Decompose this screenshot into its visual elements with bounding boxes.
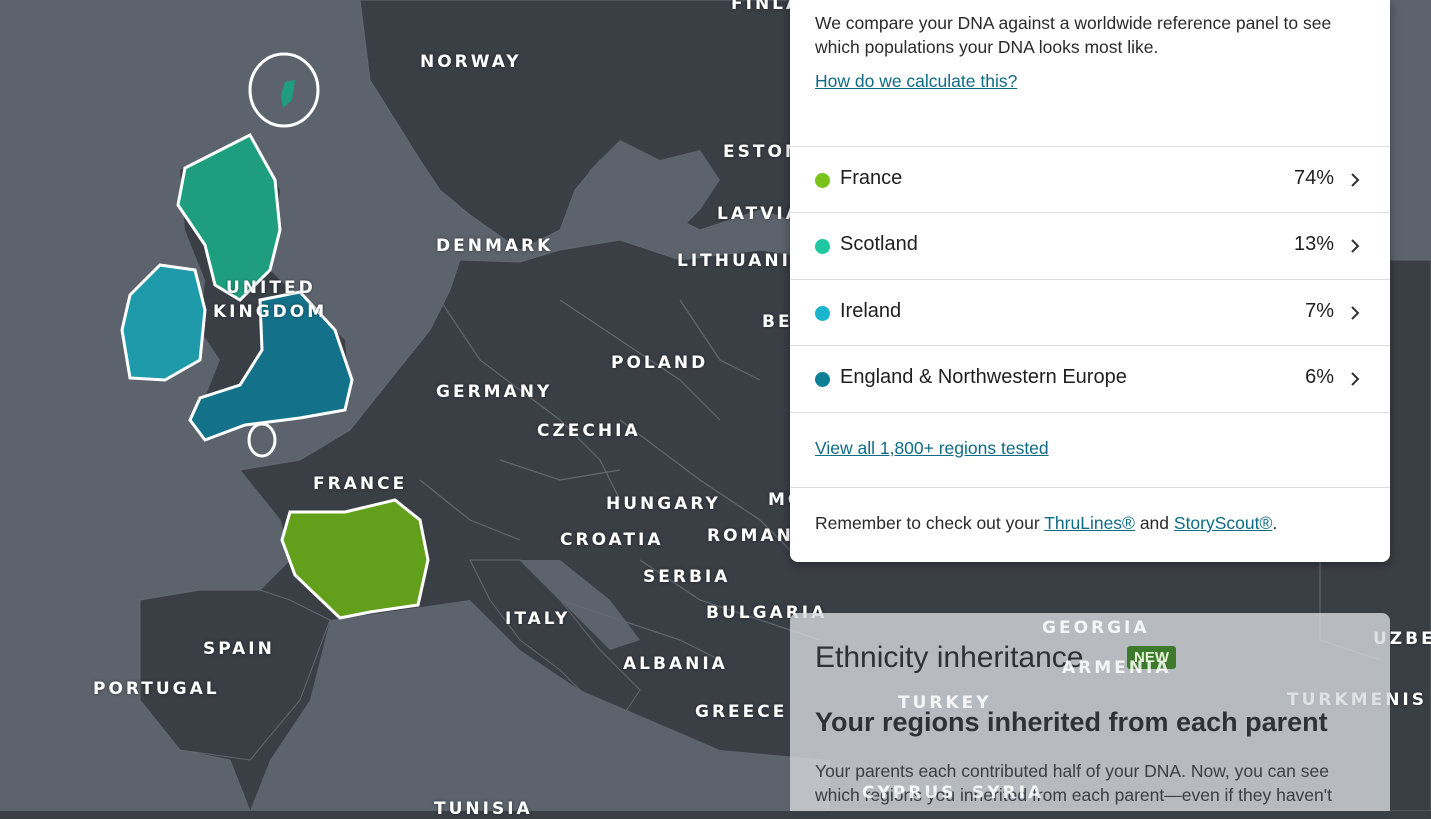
reminder-text: Remember to check out your ThruLines® an…	[815, 513, 1277, 534]
divider	[790, 487, 1390, 488]
thrulines-link[interactable]: ThruLines®	[1044, 513, 1135, 533]
label-belarus: BE	[762, 312, 793, 332]
chevron-right-icon	[1351, 372, 1360, 386]
label-denmark: DENMARK	[436, 236, 554, 256]
region-name: Ireland	[840, 300, 902, 322]
chevron-right-icon	[1351, 239, 1360, 253]
label-cyprus: CYPRUS	[862, 783, 957, 803]
label-poland: POLAND	[611, 353, 709, 373]
label-czechia: CZECHIA	[537, 421, 641, 441]
region-name: England & Northwestern Europe	[840, 366, 1127, 388]
reminder-and: and	[1134, 513, 1174, 533]
storyscout-link[interactable]: StoryScout®	[1174, 513, 1273, 533]
region-percent: 13%	[1293, 233, 1334, 255]
region-color-dot	[815, 306, 830, 321]
label-tunisia: TUNISIA	[434, 799, 533, 819]
label-georgia: GEORGIA	[1042, 618, 1150, 638]
label-spain: SPAIN	[203, 639, 275, 659]
view-all-regions-link[interactable]: View all 1,800+ regions tested	[815, 438, 1049, 459]
region-percent: 6%	[1305, 366, 1334, 388]
label-norway: NORWAY	[420, 52, 522, 72]
region-row-england[interactable]: England & Northwestern Europe 6%	[790, 346, 1390, 412]
region-color-dot	[815, 239, 830, 254]
region-name: France	[840, 167, 903, 189]
region-percent: 74%	[1293, 167, 1334, 189]
label-greece: GREECE	[695, 702, 788, 722]
label-italy: ITALY	[505, 609, 571, 629]
label-syria: SYRIA	[972, 783, 1045, 803]
label-hungary: HUNGARY	[606, 494, 721, 514]
label-kingdom: KINGDOM	[213, 302, 328, 322]
region-row-scotland[interactable]: Scotland 13%	[790, 213, 1390, 279]
label-france: FRANCE	[313, 474, 408, 494]
label-portugal: PORTUGAL	[93, 679, 220, 699]
chevron-right-icon	[1351, 306, 1360, 320]
region-row-france[interactable]: France 74%	[790, 147, 1390, 213]
reminder-prefix: Remember to check out your	[815, 513, 1045, 533]
intro-text: We compare your DNA against a worldwide …	[815, 13, 1332, 57]
region-percent: 7%	[1305, 300, 1334, 322]
inheritance-subtitle: Your regions inherited from each parent	[815, 707, 1328, 737]
label-serbia: SERBIA	[643, 567, 731, 587]
ethnicity-estimate-panel: We compare your DNA against a worldwide …	[790, 0, 1390, 562]
label-croatia: CROATIA	[560, 530, 664, 550]
reminder-suffix: .	[1272, 513, 1278, 533]
divider	[790, 412, 1390, 413]
chevron-right-icon	[1351, 173, 1360, 187]
label-germany: GERMANY	[436, 382, 553, 402]
label-turkey: TURKEY	[898, 693, 992, 713]
region-color-dot	[815, 173, 830, 188]
label-united: UNITED	[226, 278, 316, 298]
label-albania: ALBANIA	[623, 654, 728, 674]
how-calculate-link[interactable]: How do we calculate this?	[815, 71, 1017, 92]
label-lithuania: LITHUANIA	[677, 251, 808, 271]
region-name: Scotland	[840, 233, 918, 255]
ethnicity-inheritance-panel[interactable]: Ethnicity inheritance NEW Your regions i…	[790, 613, 1390, 811]
inheritance-title: Ethnicity inheritance	[815, 641, 1084, 674]
label-romania: ROMAN	[707, 526, 794, 546]
region-row-ireland[interactable]: Ireland 7%	[790, 280, 1390, 346]
label-armenia: ARMENIA	[1062, 658, 1172, 678]
region-color-dot	[815, 372, 830, 387]
